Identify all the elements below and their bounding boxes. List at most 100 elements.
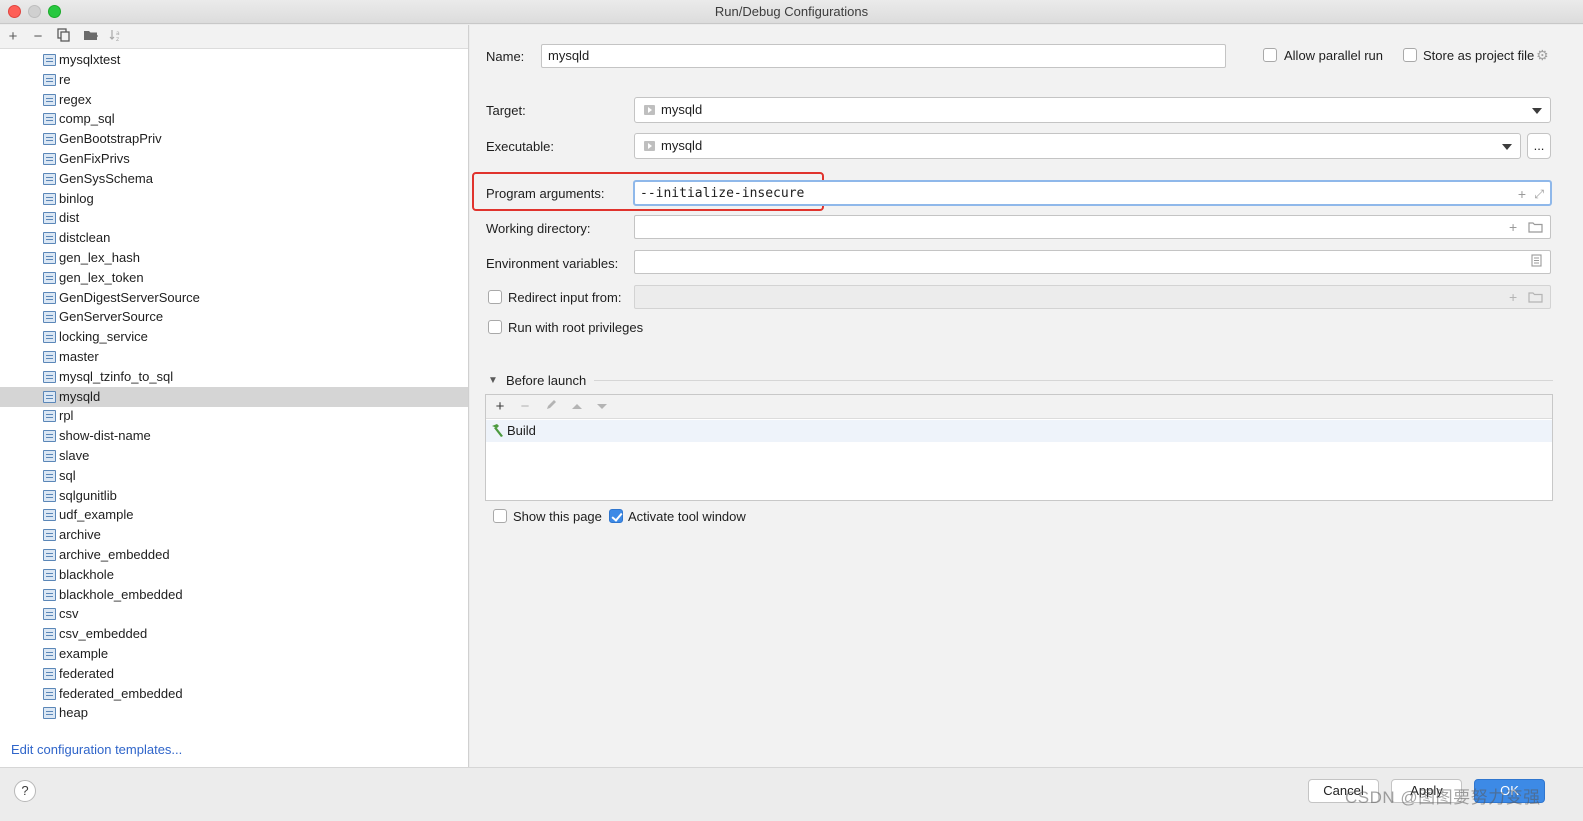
svg-text:z: z: [116, 36, 119, 42]
tree-item[interactable]: dist: [0, 208, 468, 228]
root-privileges-checkbox[interactable]: [488, 320, 502, 334]
title-bar: Run/Debug Configurations: [0, 0, 1583, 24]
activate-tool-checkbox[interactable]: [609, 509, 623, 523]
tree-item[interactable]: binlog: [0, 189, 468, 209]
add-icon[interactable]: +: [1509, 219, 1517, 235]
collapse-icon[interactable]: ▼: [488, 373, 498, 389]
configuration-icon: [43, 370, 56, 383]
folder-icon: [1528, 290, 1543, 306]
tree-item[interactable]: udf_example: [0, 505, 468, 525]
add-icon: +: [1509, 289, 1518, 305]
program-args-input[interactable]: --initialize-insecure + ⤢: [633, 180, 1552, 206]
document-icon[interactable]: [1531, 254, 1542, 270]
tree-item[interactable]: sqlgunitlib: [0, 486, 468, 506]
configuration-icon: [43, 113, 56, 126]
working-dir-input[interactable]: [634, 215, 1551, 239]
add-icon[interactable]: +: [491, 398, 509, 416]
folder-icon[interactable]: [1528, 220, 1543, 236]
tree-item[interactable]: sql: [0, 466, 468, 486]
tree-item[interactable]: GenDigestServerSource: [0, 288, 468, 308]
configuration-icon: [43, 192, 56, 205]
tree-item[interactable]: regex: [0, 90, 468, 110]
tree-item[interactable]: distclean: [0, 228, 468, 248]
redirect-input-checkbox[interactable]: [488, 290, 502, 304]
tree-item[interactable]: mysql_tzinfo_to_sql: [0, 367, 468, 387]
zoom-window-button[interactable]: [48, 5, 61, 18]
edit-icon: [542, 398, 560, 416]
tree-item-label: GenFixPrivs: [59, 151, 130, 166]
tree-item-label: archive: [59, 527, 101, 543]
tree-item[interactable]: mysqlxtest: [0, 50, 468, 70]
tree-item[interactable]: csv_embedded: [0, 624, 468, 644]
tree-item[interactable]: archive_embedded: [0, 545, 468, 565]
list-item[interactable]: Build: [486, 420, 1552, 442]
tree-item[interactable]: GenFixPrivs: [0, 149, 468, 169]
tree-item[interactable]: show-dist-name: [0, 426, 468, 446]
help-button[interactable]: ?: [14, 780, 36, 802]
tree-item-label: csv_embedded: [59, 626, 148, 642]
tree-item[interactable]: blackhole: [0, 565, 468, 585]
expand-icon[interactable]: ⤢: [1534, 186, 1544, 202]
minimize-window-button[interactable]: [28, 5, 41, 18]
executable-select[interactable]: mysqld: [634, 133, 1521, 159]
target-select[interactable]: mysqld: [634, 97, 1551, 123]
tree-item-label: mysql_tzinfo_to_sql: [59, 368, 174, 384]
add-icon[interactable]: +: [4, 28, 22, 46]
tree-item[interactable]: blackhole_embedded: [0, 585, 468, 605]
show-page-label: Show this page: [513, 509, 602, 524]
tree-item-label: archive_embedded: [59, 547, 170, 562]
target-icon: [644, 105, 655, 115]
tree-item[interactable]: master: [0, 347, 468, 367]
tree-item[interactable]: federated_embedded: [0, 684, 468, 704]
copy-icon[interactable]: [55, 28, 73, 46]
configuration-icon: [43, 489, 56, 502]
tree-item-label: distclean: [59, 230, 111, 246]
tree-item[interactable]: example: [0, 644, 468, 664]
working-dir-label: Working directory:: [486, 221, 591, 236]
edit-templates-link[interactable]: Edit configuration templates...: [11, 742, 182, 757]
tree-item[interactable]: locking_service: [0, 327, 468, 347]
tree-item[interactable]: gen_lex_token: [0, 268, 468, 288]
tree-item[interactable]: archive: [0, 525, 468, 545]
configuration-icon: [43, 608, 56, 621]
add-icon[interactable]: +: [1518, 186, 1526, 202]
tree-item-label: rpl: [59, 408, 74, 424]
tree-item-label: example: [59, 646, 109, 661]
tree-item[interactable]: rpl: [0, 406, 468, 426]
tree-item[interactable]: GenSysSchema: [0, 169, 468, 189]
tree-item[interactable]: comp_sql: [0, 109, 468, 129]
configuration-icon: [43, 172, 56, 185]
tree-item[interactable]: GenServerSource: [0, 307, 468, 327]
sort-icon[interactable]: az: [107, 28, 125, 46]
remove-icon: −: [520, 398, 530, 415]
allow-parallel-checkbox[interactable]: [1263, 48, 1277, 62]
redirect-input-field: [634, 285, 1551, 309]
env-vars-input[interactable]: [634, 250, 1551, 274]
configuration-icon: [43, 331, 56, 344]
env-vars-label: Environment variables:: [486, 256, 619, 271]
tree-item[interactable]: heap: [0, 703, 468, 723]
configuration-icon: [43, 271, 56, 284]
configuration-icon: [43, 291, 56, 304]
tree-item[interactable]: federated: [0, 664, 468, 684]
configuration-icon: [43, 549, 56, 561]
tree-item[interactable]: slave: [0, 446, 468, 466]
tree-item[interactable]: gen_lex_hash: [0, 248, 468, 268]
remove-icon[interactable]: −: [29, 28, 47, 46]
store-project-label: Store as project file: [1423, 48, 1535, 63]
folder-icon[interactable]: [82, 28, 100, 46]
tree-item[interactable]: GenBootstrapPriv: [0, 129, 468, 149]
store-project-checkbox[interactable]: [1403, 48, 1417, 62]
tree-item-label: show-dist-name: [59, 428, 151, 444]
tree-item[interactable]: re: [0, 70, 468, 90]
configuration-icon: [43, 707, 56, 720]
tree-item[interactable]: mysqld: [0, 386, 468, 407]
browse-executable-button[interactable]: ...: [1527, 133, 1551, 159]
close-window-button[interactable]: [8, 5, 21, 18]
tree-item-label: re: [59, 71, 71, 87]
name-input[interactable]: mysqld: [541, 44, 1226, 68]
dialog-footer: ? Cancel Apply OK CSDN @图图要努力变强: [0, 767, 1583, 821]
tree-item[interactable]: csv: [0, 604, 468, 624]
show-page-checkbox[interactable]: [493, 509, 507, 523]
gear-icon[interactable]: ⚙: [1536, 47, 1549, 63]
